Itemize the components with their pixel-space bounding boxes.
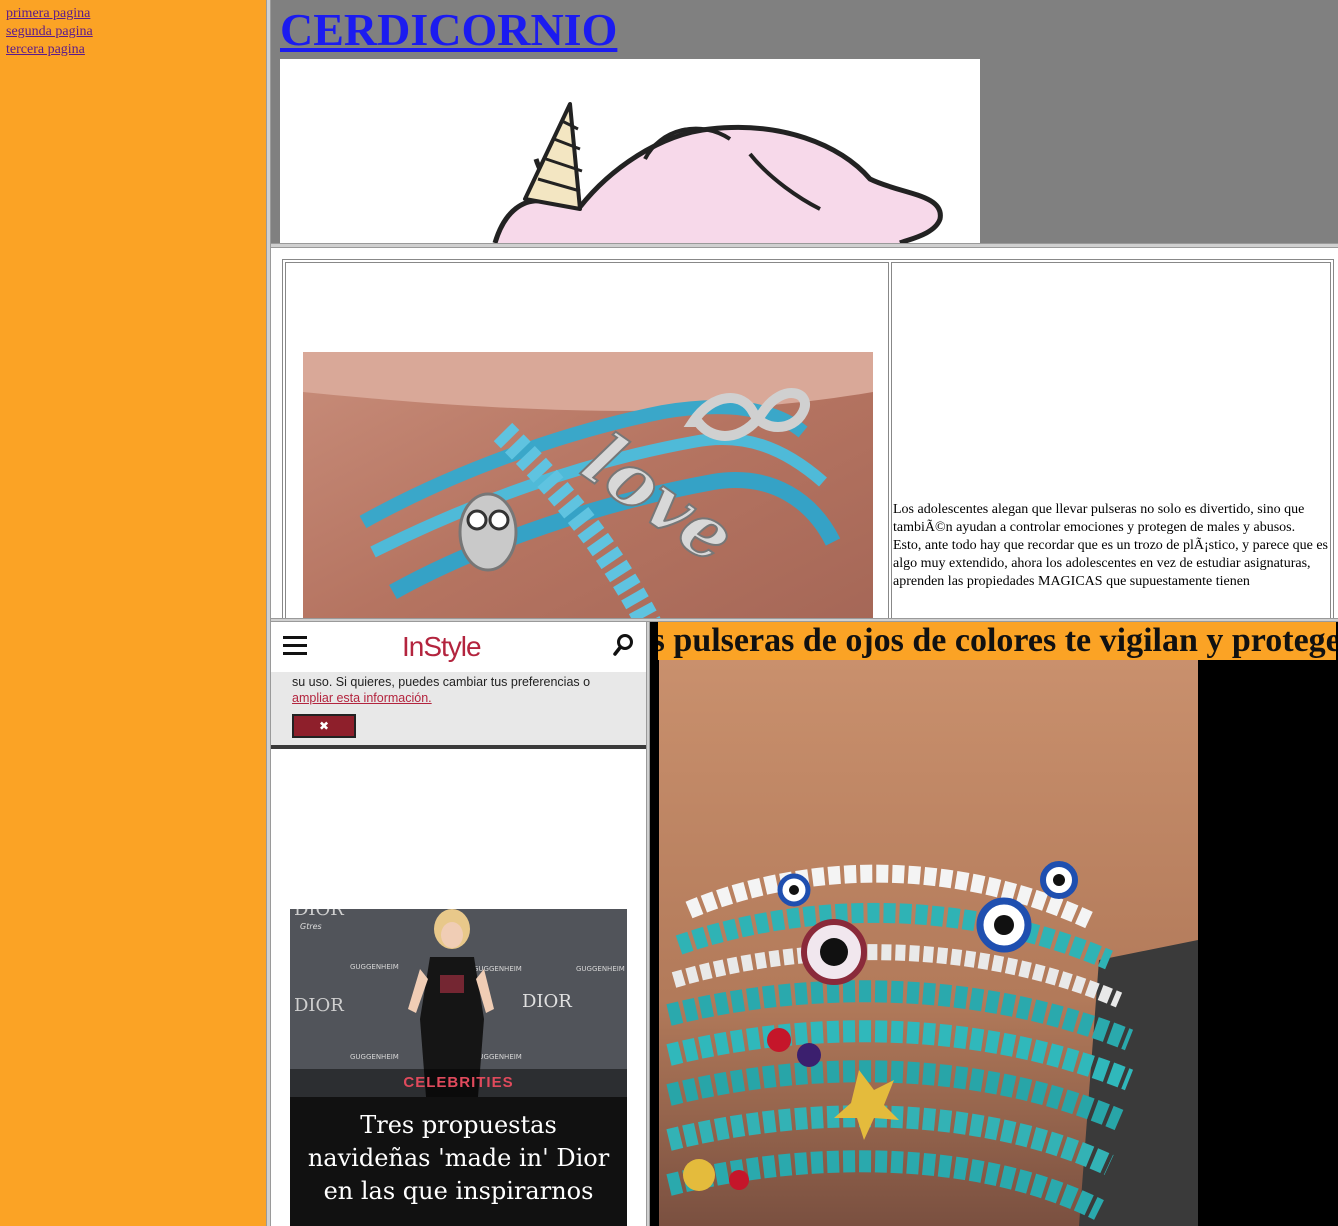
marquee: Las pulseras de ojos de colores te vigil… <box>658 622 1336 660</box>
sidebar-nav: primera pagina segunda pagina tercera pa… <box>0 0 266 1226</box>
article-paragraph-2: Esto, ante todo hay que recordar que es … <box>893 538 1329 589</box>
site-title-link[interactable]: CERDICORNIO <box>280 4 617 55</box>
promo-photo-text: DIOR <box>294 909 344 920</box>
svg-text:GUGGENHEIM: GUGGENHEIM <box>473 965 522 973</box>
cookie-close-button[interactable]: ✖ <box>292 714 356 738</box>
site-title: CERDICORNIO <box>280 4 617 56</box>
beads-bracelet-photo <box>659 660 1198 1226</box>
content-table: love Los adolescentes alegan que llevar … <box>282 259 1334 618</box>
image-cell: love <box>285 262 889 618</box>
instyle-frame: InStyle su uso. Si quieres, puedes cambi… <box>271 622 646 1226</box>
instyle-topbar: InStyle <box>271 622 646 673</box>
promo-title[interactable]: Tres propuestas navideñas 'made in' Dior… <box>300 1109 617 1208</box>
header-frame: CERDICORNIO <box>271 0 1338 243</box>
marquee-text: Las pulseras de ojos de colores te vigil… <box>658 622 1336 659</box>
promo-photo-credit: Gtres <box>300 922 322 931</box>
marquee-frame: Las pulseras de ojos de colores te vigil… <box>650 622 1338 1226</box>
cookie-message: su uso. Si quieres, puedes cambiar tus p… <box>292 675 591 689</box>
close-icon: ✖ <box>318 719 330 733</box>
article-paragraph-1: Los adolescentes alegan que llevar pulse… <box>893 502 1305 535</box>
search-icon[interactable] <box>613 634 633 656</box>
svg-text:GUGGENHEIM: GUGGENHEIM <box>576 965 625 973</box>
instyle-logo[interactable]: InStyle <box>402 631 482 663</box>
promo-photo-text: DIOR <box>522 991 572 1012</box>
menu-icon[interactable] <box>283 636 307 656</box>
content-frame: love Los adolescentes alegan que llevar … <box>271 248 1338 618</box>
cookie-text: su uso. Si quieres, puedes cambiar tus p… <box>292 674 632 706</box>
svg-text:GUGGENHEIM: GUGGENHEIM <box>350 1053 399 1061</box>
unicorn-image <box>280 59 980 243</box>
promo-photo-text: GUGGENHEIM <box>350 963 399 971</box>
nav-link-primera[interactable]: primera pagina <box>0 5 266 23</box>
svg-text:DIOR: DIOR <box>294 995 344 1016</box>
article-text: Los adolescentes alegan que llevar pulse… <box>893 501 1329 591</box>
text-cell: Los adolescentes alegan que llevar pulse… <box>891 262 1331 618</box>
cookie-banner: su uso. Si quieres, puedes cambiar tus p… <box>271 672 646 749</box>
nav-link-tercera[interactable]: tercera pagina <box>0 41 266 59</box>
promo-category: CELEBRITIES <box>290 1069 627 1097</box>
promo-card[interactable]: DIOR Gtres GUGGENHEIM DIOR DIOR GUGGENHE… <box>290 909 627 1226</box>
cookie-more-info-link[interactable]: ampliar esta información. <box>292 691 432 705</box>
nav-link-segunda[interactable]: segunda pagina <box>0 23 266 41</box>
bracelet-photo: love <box>303 352 873 618</box>
